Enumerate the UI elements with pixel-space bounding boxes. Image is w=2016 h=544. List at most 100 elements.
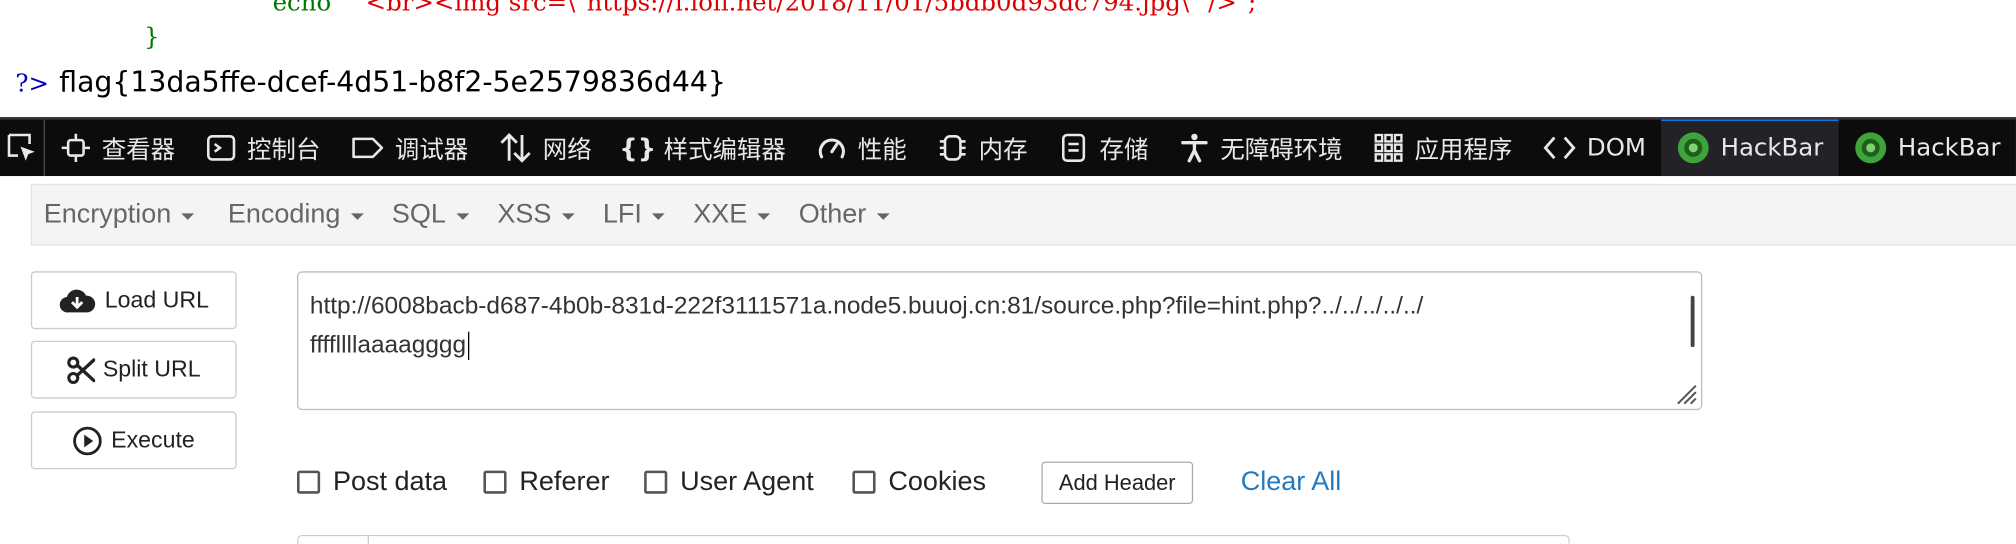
caret-down-icon: [350, 212, 364, 220]
menu-encoding[interactable]: Encoding: [216, 185, 375, 244]
scissors-icon: [67, 355, 96, 384]
url-line-2: ffffllllaaaagggg: [310, 327, 1585, 366]
tab-storage[interactable]: 存储: [1043, 120, 1164, 177]
storage-icon: [1062, 133, 1086, 162]
cloud-download-icon: [60, 288, 96, 312]
accessibility-icon: [1181, 133, 1208, 163]
tab-style-editor[interactable]: {} 样式编辑器: [607, 120, 801, 177]
menu-xxe[interactable]: XXE: [682, 185, 782, 244]
tab-network-label: 网络: [542, 135, 592, 164]
menu-lfi[interactable]: LFI: [591, 185, 676, 244]
cookies-checkbox[interactable]: [852, 470, 876, 494]
cookies-label: Cookies: [888, 466, 986, 497]
execute-label: Execute: [111, 426, 195, 453]
url-line-2-text: ffffllllaaaagggg: [309, 331, 467, 359]
tab-debugger-label: 调试器: [394, 135, 469, 164]
load-url-label: Load URL: [104, 286, 209, 313]
inspector-icon: [61, 133, 91, 162]
console-icon: [207, 134, 236, 161]
referer-option[interactable]: Referer: [483, 467, 609, 498]
element-picker-button[interactable]: [0, 119, 46, 177]
clear-all-link[interactable]: Clear All: [1241, 467, 1342, 498]
devtools-toolbar: 查看器 控制台 调试器 网络 {} 样式编辑器: [0, 116, 2016, 177]
tab-hackbar-2-label: HackBar: [1897, 133, 2001, 162]
load-url-button[interactable]: Load URL: [30, 271, 237, 330]
hackbar-icon: [1855, 132, 1887, 164]
hackbar-menubar: Encryption Encoding SQL XSS LFI XXE Othe…: [30, 183, 2016, 246]
hackbar-panel: Encryption Encoding SQL XSS LFI XXE Othe…: [0, 176, 2016, 544]
menu-other[interactable]: Other: [787, 185, 901, 244]
debugger-icon: [352, 137, 384, 159]
application-icon: [1374, 133, 1403, 162]
caret-down-icon: [181, 212, 195, 220]
performance-icon: [818, 138, 846, 159]
tab-application-label: 应用程序: [1414, 135, 1513, 164]
referer-label: Referer: [519, 466, 610, 497]
dom-icon: [1543, 136, 1576, 160]
tab-performance[interactable]: 性能: [801, 120, 922, 177]
url-line-1: http://6008bacb-d687-4b0b-831d-222f31115…: [309, 293, 1424, 321]
user-agent-checkbox[interactable]: [644, 470, 668, 494]
tab-network[interactable]: 网络: [484, 120, 607, 177]
hackbar-icon: [1678, 132, 1710, 164]
menu-other-label: Other: [798, 199, 867, 229]
caret-down-icon: [456, 212, 470, 220]
tab-inspector-label: 查看器: [101, 135, 176, 164]
flag-text: flag{13da5ffe-dcef-4d51-b8f2-5e2579836d4…: [59, 66, 726, 99]
caret-down-icon: [561, 212, 575, 220]
user-agent-option[interactable]: User Agent: [644, 467, 814, 498]
menu-xxe-label: XXE: [693, 199, 748, 229]
code-echo-line: echo "<br><img src=\"https://i.loli.net/…: [273, 0, 1257, 17]
cookies-option[interactable]: Cookies: [852, 467, 986, 498]
tab-console-label: 控制台: [247, 135, 321, 164]
menu-sql-label: SQL: [391, 199, 446, 229]
tab-dom[interactable]: DOM: [1528, 120, 1662, 177]
svg-text:{}: {}: [622, 134, 653, 163]
play-circle-icon: [73, 426, 103, 455]
tab-accessibility-label: 无障碍环境: [1220, 135, 1343, 164]
menu-encryption[interactable]: Encryption: [32, 185, 206, 244]
tab-memory[interactable]: 内存: [922, 120, 1043, 177]
tab-accessibility[interactable]: 无障碍环境: [1164, 120, 1358, 177]
menu-xss[interactable]: XSS: [486, 185, 586, 244]
resize-handle-icon[interactable]: [1670, 378, 1698, 406]
execute-button[interactable]: Execute: [30, 411, 237, 470]
code-echo-string: "<br><img src=\"https://i.loli.net/2018/…: [354, 0, 1257, 17]
code-closing-brace: }: [143, 23, 160, 52]
code-echo-keyword: echo: [272, 0, 332, 17]
tab-style-editor-label: 样式编辑器: [663, 135, 786, 164]
php-close-tag: ?>: [15, 69, 49, 98]
split-url-button[interactable]: Split URL: [30, 340, 237, 399]
split-url-label: Split URL: [102, 356, 201, 382]
caret-down-icon: [757, 212, 771, 220]
header-input-row[interactable]: [296, 534, 1570, 544]
element-picker-icon: [7, 133, 35, 161]
caret-down-icon: [876, 212, 890, 220]
post-data-option[interactable]: Post data: [296, 466, 448, 498]
tab-hackbar-label: HackBar: [1720, 133, 1824, 162]
post-data-label: Post data: [332, 466, 448, 497]
browser-page: echo "<br><img src=\"https://i.loli.net/…: [0, 0, 2016, 544]
tab-hackbar[interactable]: HackBar: [1661, 119, 1839, 177]
post-data-checkbox[interactable]: [296, 470, 321, 494]
code-prompt-line: ?> flag{13da5ffe-dcef-4d51-b8f2-5e2579836…: [15, 67, 725, 99]
url-scrollbar[interactable]: [1690, 295, 1695, 348]
text-cursor: [467, 331, 469, 360]
menu-lfi-label: LFI: [602, 199, 642, 229]
url-input[interactable]: http://6008bacb-d687-4b0b-831d-222f31115…: [296, 271, 1703, 411]
add-header-button[interactable]: Add Header: [1041, 461, 1194, 504]
referer-checkbox[interactable]: [483, 470, 507, 494]
menu-sql[interactable]: SQL: [380, 185, 480, 244]
tab-inspector[interactable]: 查看器: [45, 120, 190, 177]
menu-xss-label: XSS: [497, 199, 552, 229]
tab-console[interactable]: 控制台: [190, 120, 335, 177]
tab-storage-label: 存储: [1099, 135, 1149, 164]
tab-hackbar-2[interactable]: HackBar: [1839, 120, 2016, 177]
memory-icon: [940, 134, 966, 161]
style-editor-icon: {}: [622, 134, 653, 163]
caret-down-icon: [652, 212, 665, 220]
tab-debugger[interactable]: 调试器: [336, 120, 484, 177]
tab-application[interactable]: 应用程序: [1358, 120, 1528, 177]
menu-encryption-label: Encryption: [43, 199, 172, 229]
menu-encoding-label: Encoding: [227, 199, 341, 229]
